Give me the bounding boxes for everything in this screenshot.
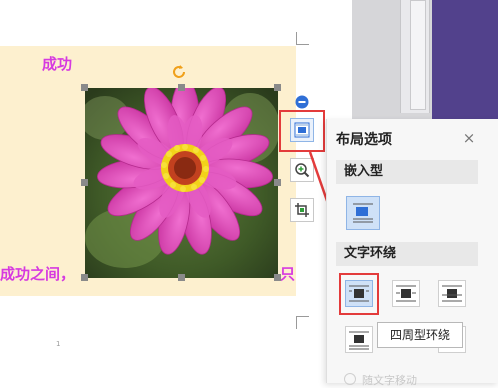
move-with-text-label: 随文字移动 — [362, 374, 417, 387]
zinnia-flower-picture — [85, 88, 278, 278]
resize-handle-bottom-left[interactable] — [81, 274, 88, 281]
doc-text-right[interactable]: 只 — [280, 264, 295, 284]
collapse-icon[interactable] — [295, 94, 309, 109]
resize-handle-left[interactable] — [81, 179, 88, 186]
panel-title: 布局选项 — [336, 132, 392, 148]
resize-handle-top[interactable] — [178, 84, 185, 91]
layout-options-icon — [294, 122, 310, 138]
wrap-section-heading: 文字环绕 — [336, 242, 478, 266]
square-wrap-icon — [349, 285, 369, 302]
flower-image[interactable] — [85, 88, 278, 278]
inline-section-heading: 嵌入型 — [336, 160, 478, 184]
rotate-icon[interactable] — [170, 63, 188, 81]
page-number: 1 — [56, 340, 61, 348]
page-corner-mark — [296, 316, 309, 329]
resize-handle-top-left[interactable] — [81, 84, 88, 91]
tight-wrap-icon — [396, 285, 416, 302]
resize-handle-bottom[interactable] — [178, 274, 185, 281]
doc-text-left[interactable]: 成功之间， — [0, 264, 75, 284]
close-icon[interactable]: × — [462, 131, 476, 146]
move-with-text-radio[interactable] — [344, 373, 356, 385]
inline-wrap-icon — [353, 203, 373, 223]
square-wrap-tooltip: 四周型环绕 — [377, 322, 463, 348]
top-bottom-wrap-icon — [349, 331, 369, 350]
resize-handle-right[interactable] — [274, 179, 281, 186]
top-bottom-wrap-option[interactable] — [345, 326, 373, 353]
square-wrap-option[interactable] — [345, 280, 373, 307]
resize-handle-top-right[interactable] — [274, 84, 281, 91]
page-corner-mark — [296, 32, 309, 45]
resize-handle-bottom-right[interactable] — [274, 274, 281, 281]
vertical-scrollbar[interactable] — [410, 0, 426, 110]
through-wrap-icon — [442, 285, 462, 302]
layout-options-button[interactable] — [290, 118, 314, 142]
doc-text-top[interactable]: 成功 — [42, 54, 72, 74]
inline-wrap-option[interactable] — [346, 196, 380, 230]
tight-wrap-option[interactable] — [392, 280, 420, 307]
through-wrap-option[interactable] — [438, 280, 466, 307]
